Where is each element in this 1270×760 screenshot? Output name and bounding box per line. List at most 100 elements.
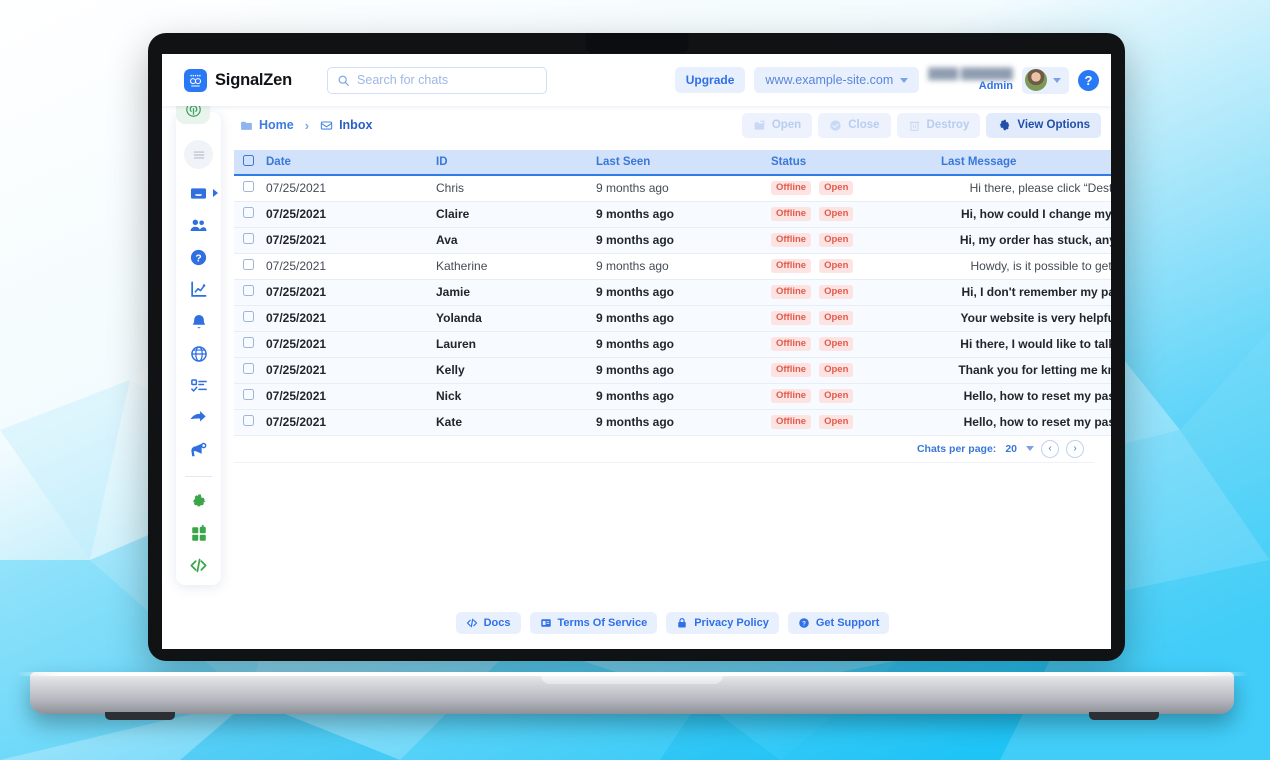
cell-last-seen: 9 months ago [590, 357, 765, 384]
cell-last-seen: 9 months ago [590, 175, 765, 202]
row-checkbox[interactable] [243, 363, 254, 374]
close-button[interactable]: Close [818, 112, 891, 138]
help-button[interactable]: ? [1078, 69, 1099, 91]
sidebar-item-tasks[interactable] [187, 376, 211, 395]
status-badges: Offline Open [771, 336, 929, 352]
laptop-foot-left [105, 712, 175, 720]
view-options-button[interactable]: View Options [986, 112, 1101, 138]
cell-last-message: Your website is very helpfu... [935, 305, 1111, 332]
status-badge: Offline [771, 181, 812, 196]
open-button[interactable]: Open [741, 112, 813, 138]
question-circle-icon: ? [190, 249, 207, 266]
cell-id: Claire [430, 201, 590, 228]
site-selector-label: www.example-site.com [765, 73, 894, 87]
table-row[interactable]: 07/25/2021 Chris 9 months ago Offline Open Hi… [234, 175, 1111, 202]
column-header-last-seen[interactable]: Last Seen [590, 150, 765, 176]
row-checkbox[interactable] [243, 311, 254, 322]
status-badge: Open [819, 258, 854, 274]
footer-link-label: Get Support [815, 617, 880, 629]
status-badges: Offline Open [771, 310, 929, 326]
footer-link-docs[interactable]: Docs [455, 612, 521, 634]
cell-date: 07/25/2021 [260, 253, 430, 280]
cell-date: 07/25/2021 [260, 227, 430, 254]
cell-id: Lauren [430, 331, 590, 358]
breadcrumb-item-inbox[interactable]: Inbox [320, 118, 372, 132]
megaphone-icon [191, 442, 207, 457]
cell-last-seen: 9 months ago [590, 305, 765, 332]
sidebar-item-inbox[interactable] [187, 184, 218, 203]
row-checkbox[interactable] [243, 415, 254, 426]
next-page-button[interactable]: › [1066, 439, 1084, 458]
column-header-last-message[interactable]: Last Message [935, 150, 1111, 176]
table-row[interactable]: 07/25/2021 Nick 9 months ago Offline Open Hel… [234, 383, 1111, 410]
status-badges: Offline Open [771, 232, 929, 248]
hamburger-menu-icon[interactable] [184, 140, 213, 169]
prev-page-button[interactable]: ‹ [1041, 439, 1059, 458]
column-header-status[interactable]: Status [765, 150, 935, 176]
sidebar-item-campaigns[interactable] [187, 440, 211, 459]
sidebar: ? [176, 94, 221, 585]
row-checkbox-cell [234, 305, 260, 332]
cell-status: Offline Open [765, 227, 935, 254]
table-row[interactable]: 07/25/2021 Claire 9 months ago Offline Open H… [234, 201, 1111, 228]
question-circle-icon: ? [799, 618, 809, 628]
sidebar-item-notifications[interactable] [187, 312, 211, 331]
table-row[interactable]: 07/25/2021 Lauren 9 months ago Offline Open H… [234, 331, 1111, 358]
cell-date: 07/25/2021 [260, 331, 430, 358]
column-header-date[interactable]: Date [260, 150, 430, 176]
user-menu[interactable] [1022, 66, 1069, 94]
signalzen-logo-icon [184, 68, 207, 92]
row-checkbox[interactable] [243, 285, 254, 296]
header-right-group: Upgrade www.example-site.com ████ ██████… [674, 66, 1099, 94]
row-checkbox[interactable] [243, 389, 254, 400]
sidebar-item-contacts[interactable] [187, 216, 211, 235]
search-input[interactable]: Search for chats [327, 66, 548, 94]
open-external-icon [754, 120, 765, 130]
destroy-button[interactable]: Destroy [896, 112, 981, 138]
table-row[interactable]: 07/25/2021 Ava 9 months ago Offline Open Hi, … [234, 227, 1111, 254]
sidebar-item-settings[interactable] [187, 492, 211, 511]
breadcrumb-item-home[interactable]: Home [240, 118, 294, 132]
status-badge: Offline [771, 336, 812, 352]
table-row[interactable]: 07/25/2021 Kelly 9 months ago Offline Open Th… [234, 357, 1111, 384]
row-checkbox[interactable] [243, 233, 254, 244]
user-name: ████ ███████ [928, 67, 1013, 80]
cell-id: Ava [430, 227, 590, 254]
chats-per-page-value[interactable]: 20 [1005, 443, 1017, 455]
row-checkbox[interactable] [243, 207, 254, 218]
sidebar-item-analytics[interactable] [187, 280, 211, 299]
cell-id: Yolanda [430, 305, 590, 332]
cell-last-message: Howdy, is it possible to get ... [935, 253, 1111, 280]
footer-link-terms[interactable]: Terms Of Service [529, 612, 658, 634]
sidebar-item-developers[interactable] [187, 556, 211, 575]
brand[interactable]: SignalZen [184, 68, 292, 92]
sidebar-item-web[interactable] [187, 344, 211, 363]
breadcrumb-label: Inbox [339, 118, 373, 132]
row-checkbox[interactable] [243, 259, 254, 270]
table-row[interactable]: 07/25/2021 Jamie 9 months ago Offline Open Hi… [234, 279, 1111, 306]
row-checkbox[interactable] [243, 181, 254, 193]
cell-status: Offline Open [765, 331, 935, 358]
status-badge: Offline [771, 206, 812, 222]
row-checkbox[interactable] [243, 337, 254, 348]
upgrade-button[interactable]: Upgrade [674, 67, 746, 93]
select-all-checkbox[interactable] [243, 155, 254, 166]
row-checkbox-cell [234, 409, 260, 436]
table-row[interactable]: 07/25/2021 Katherine 9 months ago Offline Op… [234, 253, 1111, 280]
sidebar-item-apps[interactable] [187, 524, 211, 543]
folder-icon [241, 121, 252, 130]
cell-last-message: Hi, my order has stuck, any... [935, 227, 1111, 254]
status-badge: Open [819, 414, 854, 430]
cell-last-seen: 9 months ago [590, 227, 765, 254]
sidebar-item-help[interactable]: ? [187, 248, 211, 267]
site-selector[interactable]: www.example-site.com [754, 67, 920, 93]
table-row[interactable]: 07/25/2021 Yolanda 9 months ago Offline Open… [234, 305, 1111, 332]
svg-text:?: ? [802, 621, 806, 628]
footer-link-privacy[interactable]: Privacy Policy [666, 612, 779, 634]
sidebar-item-broadcast[interactable] [187, 408, 211, 427]
column-header-id[interactable]: ID [430, 150, 590, 176]
footer-link-support[interactable]: ? Get Support [787, 612, 890, 634]
table-row[interactable]: 07/25/2021 Kate 9 months ago Offline Open Hel… [234, 409, 1111, 436]
chevron-down-icon[interactable] [1026, 446, 1034, 451]
cell-status: Offline Open [765, 383, 935, 410]
